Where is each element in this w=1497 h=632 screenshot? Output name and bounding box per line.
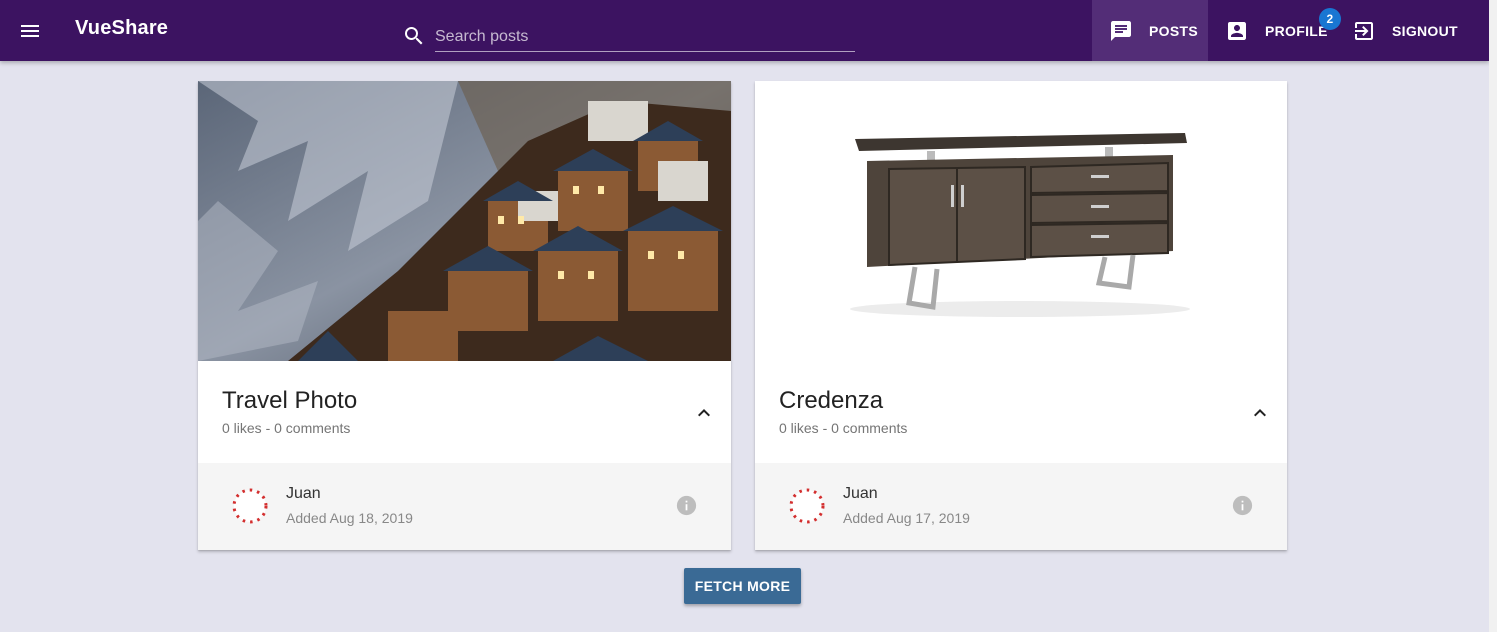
nav-signout-button[interactable]: SIGNOUT (1338, 0, 1469, 61)
app-brand[interactable]: VueShare (75, 17, 168, 40)
exit-icon (1355, 21, 1373, 40)
post-footer: Juan Added Aug 18, 2019 (198, 463, 731, 550)
chevron-up-icon[interactable] (1248, 401, 1272, 425)
info-icon[interactable] (676, 495, 697, 516)
menu-icon[interactable] (18, 19, 42, 43)
app-toolbar: VueShare POSTS PROFILE 2 SIGNOUT (0, 0, 1489, 61)
post-image-credenza[interactable] (755, 81, 1287, 361)
post-footer: Juan Added Aug 17, 2019 (755, 463, 1287, 550)
post-card: Credenza 0 likes - 0 comments Juan Added… (755, 81, 1287, 550)
page-scrollbar[interactable] (1489, 0, 1497, 632)
nav-signout-label: SIGNOUT (1392, 22, 1458, 39)
post-author: Juan (286, 485, 321, 502)
avatar[interactable] (231, 487, 269, 525)
nav-profile-button[interactable]: PROFILE 2 (1208, 0, 1341, 61)
search-input[interactable] (435, 22, 855, 52)
post-date: Added Aug 17, 2019 (843, 510, 970, 526)
post-stats: 0 likes - 0 comments (779, 420, 908, 436)
fetch-more-button[interactable]: FETCH MORE (684, 568, 801, 604)
post-stats: 0 likes - 0 comments (222, 420, 351, 436)
chat-icon (1111, 20, 1131, 41)
post-date: Added Aug 18, 2019 (286, 510, 413, 526)
post-image-travel[interactable] (198, 81, 731, 361)
info-icon[interactable] (1232, 495, 1253, 516)
search-bar (402, 22, 855, 52)
nav-posts-label: POSTS (1149, 22, 1198, 39)
avatar[interactable] (788, 487, 826, 525)
nav-posts-button[interactable]: POSTS (1092, 0, 1208, 61)
chevron-up-icon[interactable] (692, 401, 716, 425)
post-title[interactable]: Credenza (779, 387, 883, 415)
search-icon (402, 24, 426, 48)
nav-profile-label: PROFILE (1265, 22, 1328, 39)
post-author: Juan (843, 485, 878, 502)
post-card: Travel Photo 0 likes - 0 comments Juan A… (198, 81, 731, 550)
post-title[interactable]: Travel Photo (222, 387, 357, 415)
account-box-icon (1228, 21, 1246, 40)
